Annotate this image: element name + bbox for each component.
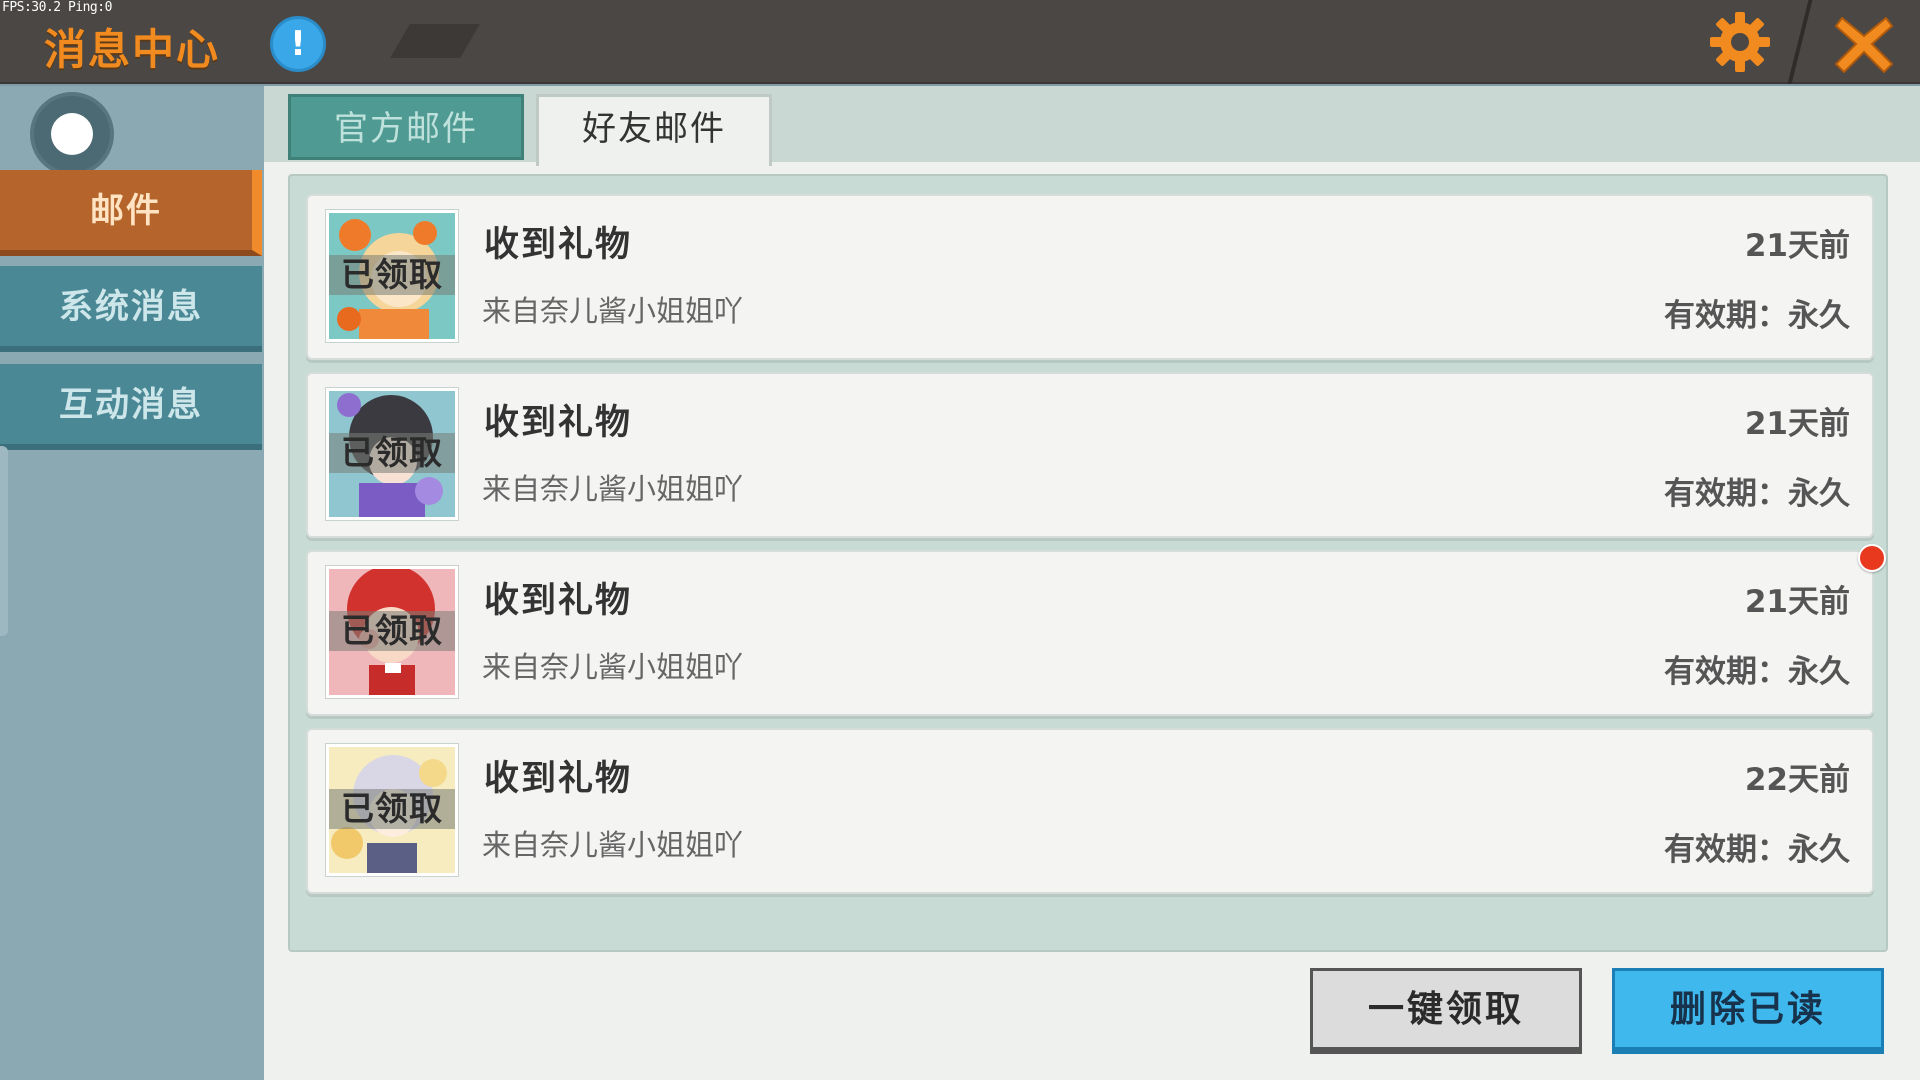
gift-thumbnail: 已领取 xyxy=(326,388,458,520)
claimed-label: 已领取 xyxy=(329,433,455,473)
gift-thumbnail: 已领取 xyxy=(326,744,458,876)
topbar-divider xyxy=(1787,0,1813,84)
message-center-screen: FPS:30.2 Ping:0 消息中心 ! 邮件 系统消息 互动消息 官方邮件… xyxy=(0,0,1920,1080)
info-icon[interactable]: ! xyxy=(270,16,326,72)
tab-strip: 官方邮件 好友邮件 xyxy=(264,86,1920,166)
sidebar-item-system-messages[interactable]: 系统消息 xyxy=(0,266,262,352)
main-panel: 官方邮件 好友邮件 已领取 收到礼物 来自奈儿酱小姐姐吖 21天前 有效期：永久… xyxy=(264,86,1920,1080)
mail-time: 21天前 xyxy=(1744,584,1850,620)
mail-validity: 有效期：永久 xyxy=(1664,832,1850,868)
mail-sender: 来自奈儿酱小姐姐吖 xyxy=(482,828,744,862)
mail-item[interactable]: 已领取 收到礼物 来自奈儿酱小姐姐吖 21天前 有效期：永久 xyxy=(306,550,1874,716)
avatar[interactable] xyxy=(30,92,114,176)
mail-title: 收到礼物 xyxy=(484,759,633,799)
close-icon[interactable] xyxy=(1834,14,1894,74)
fps-readout: FPS:30.2 Ping:0 xyxy=(2,0,112,15)
sidebar-item-interaction-messages[interactable]: 互动消息 xyxy=(0,364,262,450)
page-title: 消息中心 xyxy=(44,25,221,74)
sidebar: 邮件 系统消息 互动消息 xyxy=(0,86,264,1080)
gift-thumbnail: 已领取 xyxy=(326,210,458,342)
top-bar: FPS:30.2 Ping:0 消息中心 ! xyxy=(0,0,1920,84)
mail-validity: 有效期：永久 xyxy=(1664,654,1850,690)
mail-item[interactable]: 已领取 收到礼物 来自奈儿酱小姐姐吖 21天前 有效期：永久 xyxy=(306,194,1874,360)
sidebar-scroll-edge xyxy=(0,446,8,636)
claimed-label: 已领取 xyxy=(329,611,455,651)
claimed-label: 已领取 xyxy=(329,255,455,295)
mail-sender: 来自奈儿酱小姐姐吖 xyxy=(482,650,744,684)
delete-read-button[interactable]: 删除已读 xyxy=(1612,968,1884,1054)
mail-title: 收到礼物 xyxy=(484,225,633,265)
mail-validity: 有效期：永久 xyxy=(1664,298,1850,334)
mail-sender: 来自奈儿酱小姐姐吖 xyxy=(482,294,744,328)
mail-time: 21天前 xyxy=(1744,406,1850,442)
claimed-label: 已领取 xyxy=(329,789,455,829)
mail-item[interactable]: 已领取 收到礼物 来自奈儿酱小姐姐吖 21天前 有效期：永久 xyxy=(306,372,1874,538)
gear-icon[interactable] xyxy=(1708,10,1772,74)
claim-all-button[interactable]: 一键领取 xyxy=(1310,968,1582,1054)
tab-official-mail[interactable]: 官方邮件 xyxy=(288,94,524,160)
sidebar-item-mail[interactable]: 邮件 xyxy=(0,170,262,256)
mail-item[interactable]: 已领取 收到礼物 来自奈儿酱小姐姐吖 22天前 有效期：永久 xyxy=(306,728,1874,894)
mail-time: 22天前 xyxy=(1744,762,1850,798)
unread-notification-dot xyxy=(1858,544,1886,572)
mail-title: 收到礼物 xyxy=(484,581,633,621)
mail-time: 21天前 xyxy=(1744,228,1850,264)
title-decoration xyxy=(390,24,480,58)
mail-validity: 有效期：永久 xyxy=(1664,476,1850,512)
gift-thumbnail: 已领取 xyxy=(326,566,458,698)
mail-list: 已领取 收到礼物 来自奈儿酱小姐姐吖 21天前 有效期：永久 已领取 收到礼物 … xyxy=(288,174,1888,952)
mail-sender: 来自奈儿酱小姐姐吖 xyxy=(482,472,744,506)
tab-friend-mail[interactable]: 好友邮件 xyxy=(536,94,772,166)
mail-title: 收到礼物 xyxy=(484,403,633,443)
